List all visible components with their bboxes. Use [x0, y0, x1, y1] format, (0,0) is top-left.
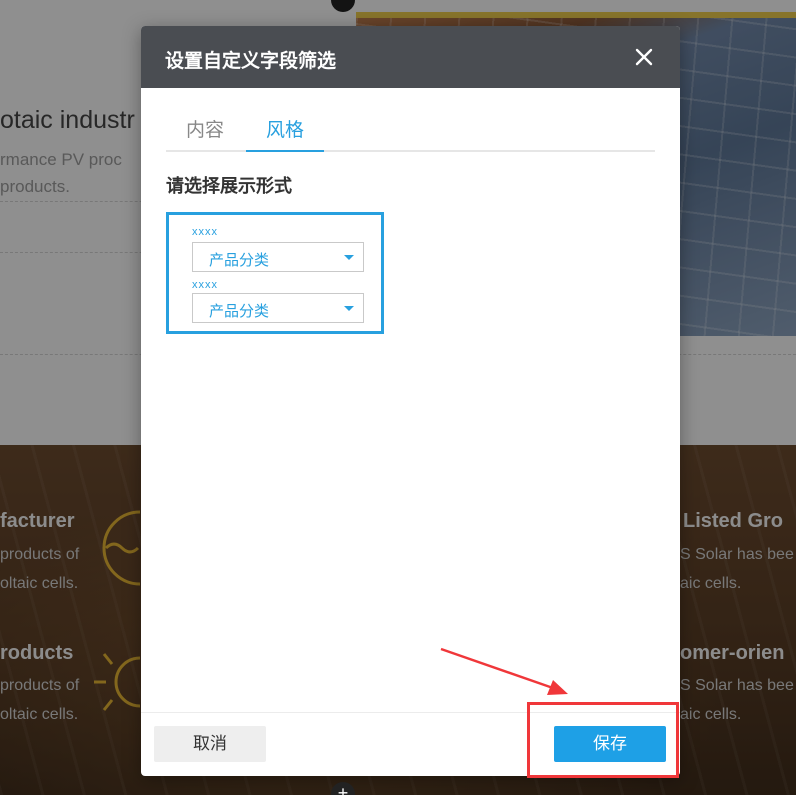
chevron-down-icon — [344, 306, 354, 311]
dialog-tabs: 内容 风格 — [166, 114, 655, 152]
chevron-down-icon — [344, 255, 354, 260]
highlight-box — [527, 702, 679, 778]
tab-content[interactable]: 内容 — [166, 118, 244, 150]
close-button[interactable] — [630, 43, 658, 71]
select-value: 产品分类 — [209, 303, 270, 320]
dialog-title: 设置自定义字段筛选 — [165, 51, 337, 72]
screen: otaic industr rmance PV proc products. f… — [0, 0, 796, 795]
cancel-button[interactable]: 取消 — [154, 726, 266, 762]
custom-field-filter-dialog: 设置自定义字段筛选 内容 风格 请选择展示形式 xxxx 产品分类 xxxx 产… — [141, 26, 680, 776]
display-style-option-selected[interactable]: xxxx 产品分类 xxxx 产品分类 — [166, 212, 384, 334]
filter-select-preview: 产品分类 — [192, 242, 364, 272]
close-icon[interactable] — [630, 43, 658, 71]
display-style-label: 请选择展示形式 — [166, 176, 292, 196]
field-label: xxxx — [192, 279, 218, 291]
select-value: 产品分类 — [209, 252, 270, 269]
filter-select-preview: 产品分类 — [192, 293, 364, 323]
tab-style[interactable]: 风格 — [246, 118, 325, 152]
dialog-header: 设置自定义字段筛选 — [141, 26, 680, 88]
field-label: xxxx — [192, 226, 218, 238]
